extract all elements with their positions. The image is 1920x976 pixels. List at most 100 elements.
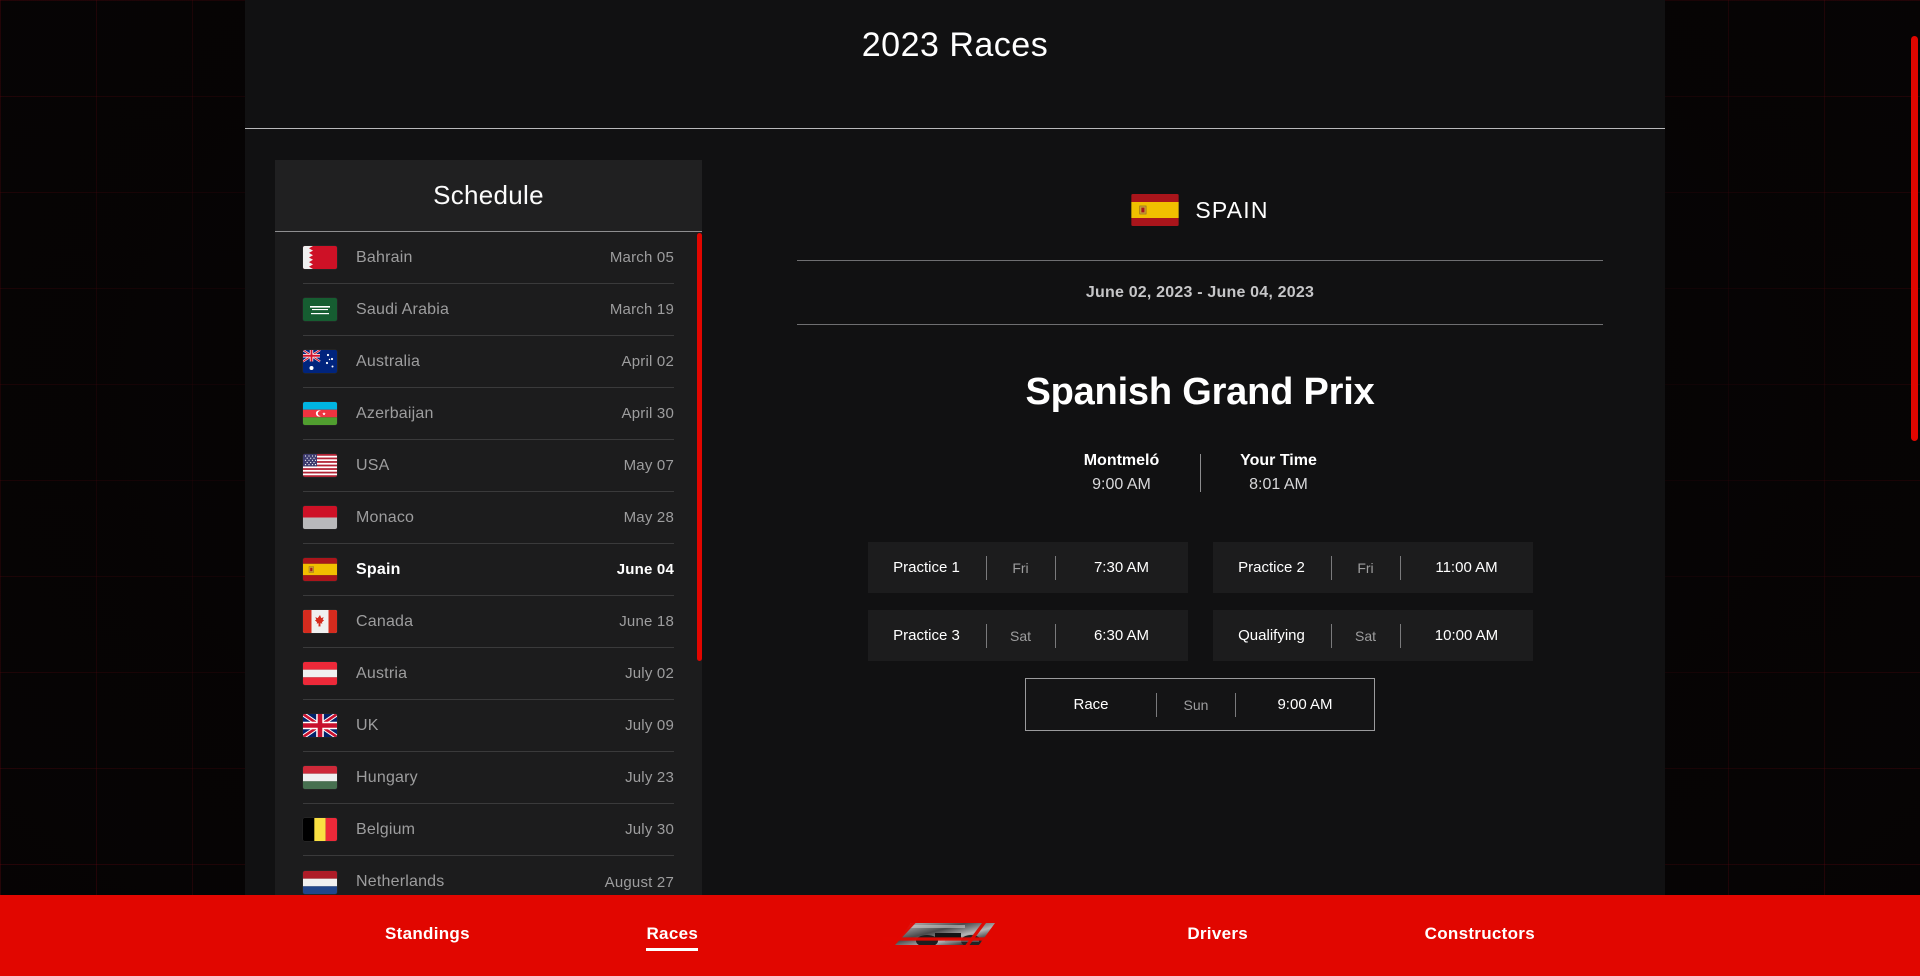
schedule-row-country: USA — [356, 456, 390, 474]
flag-icon-bahrain — [303, 246, 337, 269]
schedule-row-uk[interactable]: UK July 09 — [303, 700, 674, 752]
session-time: 11:00 AM — [1435, 559, 1498, 576]
session-card-race[interactable]: Race Sun 9:00 AM — [1025, 678, 1375, 731]
schedule-row-date: July 09 — [625, 717, 674, 734]
schedule-row-date: April 30 — [621, 405, 674, 422]
country-header: SPAIN — [765, 160, 1635, 260]
schedule-row-canada[interactable]: Canada June 18 — [303, 596, 674, 648]
flag-icon-canada — [303, 610, 337, 633]
schedule-row-country: Bahrain — [356, 248, 413, 266]
session-row: Practice 3 Sat 6:30 AM Qualifying Sat 10:00 A… — [867, 610, 1533, 661]
session-row: Race Sun 9:00 AM — [1025, 678, 1375, 731]
race-detail-panel: SPAIN June 02, 2023 - June 04, 2023 Span… — [765, 160, 1635, 895]
schedule-row-date: July 23 — [625, 769, 674, 786]
flag-icon-hungary — [303, 766, 337, 789]
schedule-row-country: Netherlands — [356, 873, 445, 890]
nav-item-standings[interactable]: Standings — [385, 924, 470, 948]
session-day: Sat — [1009, 627, 1031, 644]
session-card-practice-2[interactable]: Practice 2 Fri 11:00 AM — [1212, 542, 1533, 593]
country-flag-icon — [1131, 194, 1179, 226]
flag-icon-austria — [303, 662, 337, 685]
schedule-row-monaco[interactable]: Monaco May 28 — [303, 492, 674, 544]
schedule-panel: Schedule Bahrain March 05 Saudi Arabia Mar… — [275, 160, 702, 895]
your-time-column: Your Time 8:01 AM — [1213, 452, 1345, 494]
page-title: 2023 Races — [861, 26, 1049, 64]
flag-icon-belgium — [303, 818, 337, 841]
session-time: 7:30 AM — [1093, 559, 1150, 576]
schedule-row-country: Austria — [356, 664, 408, 682]
date-range-band: June 02, 2023 - June 04, 2023 — [797, 260, 1603, 325]
session-name: Practice 1 — [893, 559, 960, 576]
time-comparison: Montmeló 9:00 AM Your Time 8:01 AM — [765, 452, 1635, 494]
session-day: Fri — [1012, 559, 1029, 576]
nav-item-races[interactable]: Races — [646, 924, 698, 951]
schedule-row-country: Belgium — [356, 820, 416, 838]
schedule-scrollbar[interactable] — [697, 233, 702, 895]
session-day: Fri — [1357, 559, 1374, 576]
schedule-row-australia[interactable]: Australia April 02 — [303, 336, 674, 388]
local-time-label: Montmeló — [1083, 452, 1160, 469]
local-time-column: Montmeló 9:00 AM — [1056, 452, 1188, 494]
session-name: Practice 3 — [893, 627, 960, 644]
session-card-qualifying[interactable]: Qualifying Sat 10:00 AM — [1212, 610, 1533, 661]
schedule-row-country: Spain — [356, 560, 401, 578]
schedule-panel-header: Schedule — [275, 160, 702, 232]
schedule-panel-title: Schedule — [433, 180, 544, 210]
flag-icon-saudi — [303, 298, 337, 321]
f1-logo-icon[interactable] — [875, 915, 1011, 957]
session-name: Practice 2 — [1238, 559, 1305, 576]
local-time-value: 9:00 AM — [1092, 476, 1151, 493]
flag-icon-netherlands — [303, 870, 337, 894]
schedule-row-country: Hungary — [356, 768, 418, 786]
bottom-navigation-items: Standings Races Drivers Constructors — [385, 915, 1535, 957]
schedule-row-netherlands[interactable]: Netherlands August 27 — [303, 856, 674, 895]
page-scrollbar[interactable] — [1909, 0, 1920, 976]
your-time-value: 8:01 AM — [1249, 476, 1308, 493]
session-card-practice-1[interactable]: Practice 1 Fri 7:30 AM — [867, 542, 1188, 593]
schedule-row-hungary[interactable]: Hungary July 23 — [303, 752, 674, 804]
schedule-row-date: July 30 — [625, 821, 674, 838]
schedule-row-date: August 27 — [604, 873, 674, 891]
flag-icon-usa — [303, 454, 337, 477]
schedule-row-date: March 05 — [609, 249, 674, 266]
schedule-row-usa[interactable]: USA May 07 — [303, 440, 674, 492]
session-grid: Practice 1 Fri 7:30 AM Practice 2 Fri 11:00 A… — [765, 542, 1635, 731]
schedule-row-date: May 28 — [623, 509, 674, 526]
schedule-scrollbar-thumb[interactable] — [697, 233, 702, 661]
time-separator — [1199, 454, 1201, 492]
nav-item-drivers[interactable]: Drivers — [1187, 924, 1248, 948]
session-time: 10:00 AM — [1434, 627, 1499, 644]
session-time: 6:30 AM — [1093, 627, 1150, 644]
date-range-text: June 02, 2023 - June 04, 2023 — [1085, 283, 1315, 301]
flag-icon-australia — [303, 350, 337, 373]
nav-item-constructors[interactable]: Constructors — [1425, 924, 1535, 948]
schedule-row-country: Australia — [356, 352, 421, 370]
flag-icon-uk — [303, 714, 337, 737]
schedule-row-date: March 19 — [609, 301, 674, 318]
app-surface: 2023 Races Schedule Bahrain March 05 Saud… — [245, 0, 1665, 895]
session-day: Sat — [1354, 627, 1376, 644]
schedule-row-bahrain[interactable]: Bahrain March 05 — [303, 232, 674, 284]
schedule-row-spain[interactable]: Spain June 04 — [303, 544, 674, 596]
flag-icon-azerbaijan — [303, 402, 337, 425]
session-name: Qualifying — [1238, 627, 1305, 644]
schedule-row-saudi-arabia[interactable]: Saudi Arabia March 19 — [303, 284, 674, 336]
schedule-row-date: June 18 — [619, 613, 674, 630]
page-background: 2023 Races Schedule Bahrain March 05 Saud… — [0, 0, 1920, 976]
schedule-row-date: April 02 — [621, 353, 674, 370]
session-name: Race — [1073, 696, 1109, 713]
country-name: SPAIN — [1195, 196, 1269, 223]
schedule-row-date: May 07 — [623, 457, 674, 474]
schedule-row-belgium[interactable]: Belgium July 30 — [303, 804, 674, 856]
schedule-row-azerbaijan[interactable]: Azerbaijan April 30 — [303, 388, 674, 440]
grand-prix-title: Spanish Grand Prix — [1025, 371, 1375, 413]
schedule-row-country: Canada — [356, 612, 414, 630]
schedule-row-austria[interactable]: Austria July 02 — [303, 648, 674, 700]
schedule-scroll-area[interactable]: Bahrain March 05 Saudi Arabia March 19 Aus… — [275, 232, 702, 895]
session-card-practice-3[interactable]: Practice 3 Sat 6:30 AM — [867, 610, 1188, 661]
content-body: Schedule Bahrain March 05 Saudi Arabia Mar… — [245, 130, 1665, 895]
schedule-list: Bahrain March 05 Saudi Arabia March 19 Aus… — [275, 232, 702, 895]
page-scrollbar-thumb[interactable] — [1911, 36, 1918, 441]
schedule-row-country: Azerbaijan — [356, 404, 434, 422]
header-divider — [245, 128, 1665, 129]
